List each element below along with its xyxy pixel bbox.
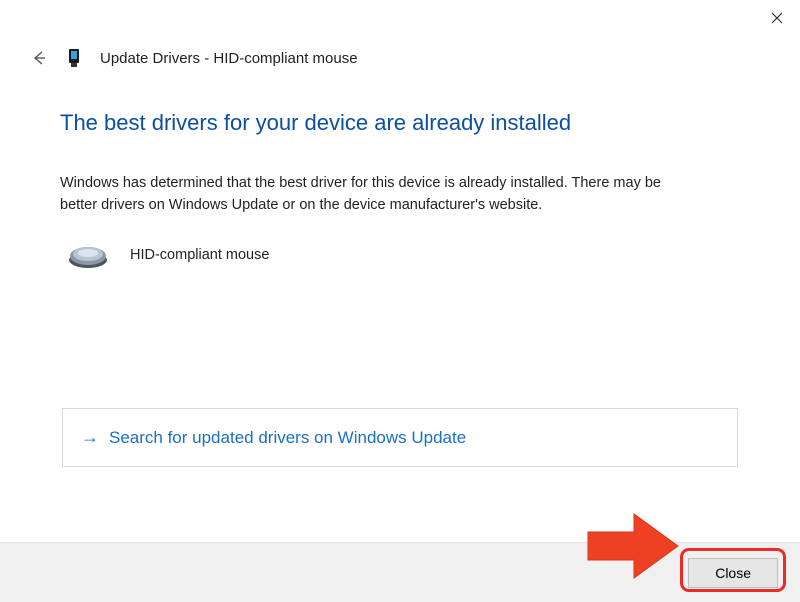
device-row: HID-compliant mouse (66, 241, 740, 269)
action-link-text: Search for updated drivers on Windows Up… (109, 428, 466, 448)
button-bar: Close (0, 542, 800, 602)
window-close-button[interactable] (754, 0, 800, 36)
arrow-right-icon: → (81, 427, 99, 448)
monitor-icon (66, 48, 82, 68)
description-text: Windows has determined that the best dri… (60, 172, 700, 217)
close-button[interactable]: Close (688, 558, 778, 588)
close-icon (771, 12, 783, 24)
window-title: Update Drivers - HID-compliant mouse (100, 50, 358, 67)
back-button[interactable] (30, 49, 48, 67)
back-arrow-icon (30, 49, 48, 67)
titlebar (0, 0, 800, 36)
device-label: HID-compliant mouse (130, 247, 269, 263)
mouse-icon (66, 241, 110, 269)
headline: The best drivers for your device are alr… (60, 110, 740, 136)
device-small-icon (66, 48, 82, 68)
header-row: Update Drivers - HID-compliant mouse (30, 48, 358, 68)
search-windows-update-link[interactable]: → Search for updated drivers on Windows … (62, 408, 738, 467)
content-area: The best drivers for your device are alr… (60, 110, 740, 269)
